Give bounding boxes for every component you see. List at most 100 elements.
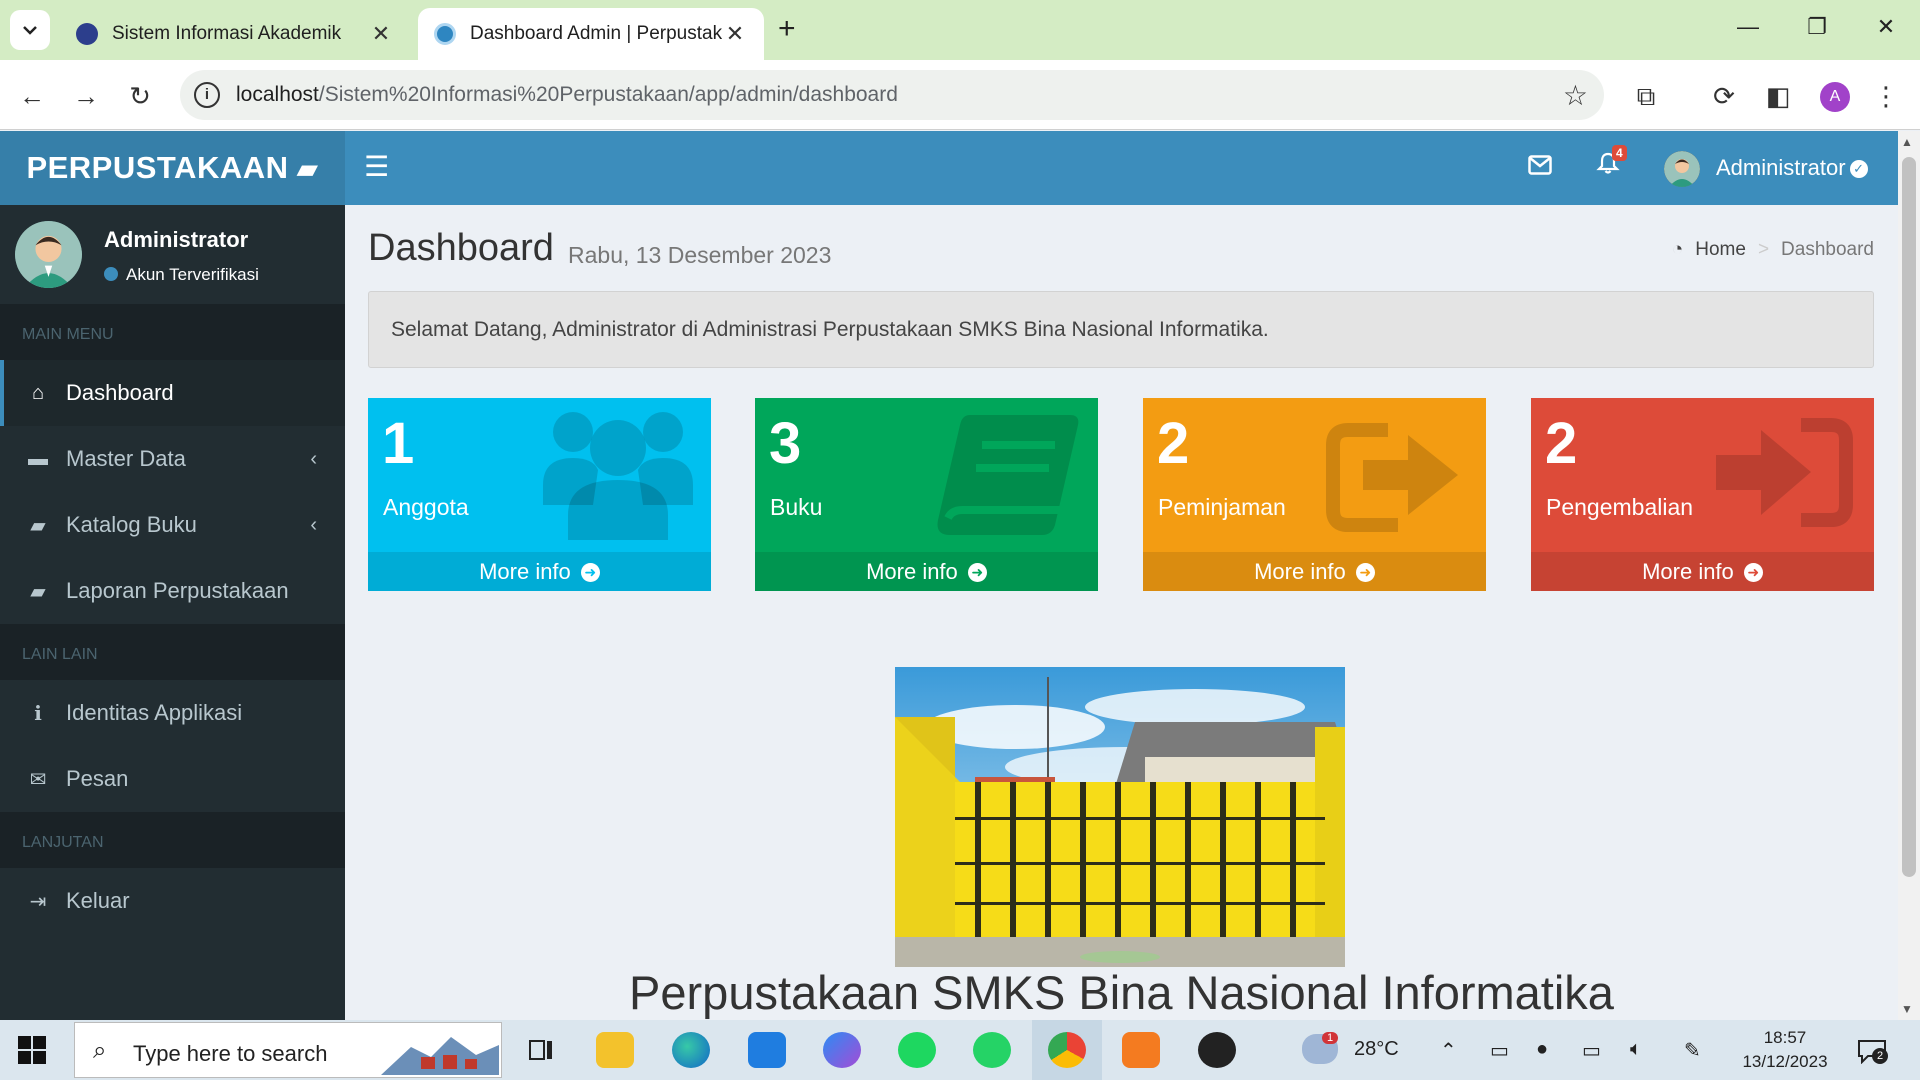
notification-center-icon[interactable]: 2 bbox=[1856, 1038, 1888, 1065]
search-highlight-illustration-icon bbox=[381, 1037, 499, 1075]
xampp-icon[interactable] bbox=[1122, 1032, 1160, 1068]
side-panel-icon[interactable]: ◧ bbox=[1760, 78, 1796, 114]
mail-app-icon[interactable] bbox=[748, 1032, 786, 1068]
chevron-up-icon[interactable]: ⌃ bbox=[1440, 1038, 1457, 1063]
menu-kebab-icon[interactable]: ⋮ bbox=[1868, 78, 1904, 114]
more-info-link[interactable]: More info ➜ bbox=[755, 552, 1098, 591]
main-content: Dashboard Rabu, 13 Desember 2023 ◔ Home … bbox=[345, 205, 1898, 1020]
edge-browser-icon[interactable] bbox=[672, 1032, 710, 1068]
battery-icon[interactable]: ▭ bbox=[1582, 1038, 1601, 1063]
user-status: Akun Terverifikasi bbox=[104, 265, 259, 285]
chrome-browser-icon[interactable] bbox=[1048, 1032, 1086, 1068]
url-text: localhost/Sistem%20Informasi%20Perpustak… bbox=[236, 83, 898, 107]
stat-box-peminjaman: 2 Peminjaman More info ➜ bbox=[1143, 398, 1486, 591]
forward-button[interactable]: → bbox=[68, 78, 104, 114]
extensions-icon[interactable]: ⧉ bbox=[1628, 78, 1664, 114]
performance-icon[interactable]: ⟳ bbox=[1706, 78, 1742, 114]
close-tab-icon[interactable]: ✕ bbox=[722, 21, 748, 47]
breadcrumb: ◔ Home > Dashboard bbox=[1672, 239, 1874, 261]
browser-tabstrip: Sistem Informasi Akademik ✕ Dashboard Ad… bbox=[0, 0, 1920, 60]
arrow-circle-right-icon: ➜ bbox=[967, 563, 987, 582]
tab-title: Dashboard Admin | Perpustaka bbox=[470, 23, 722, 44]
more-info-link[interactable]: More info ➜ bbox=[1531, 552, 1874, 591]
scroll-up-icon[interactable]: ▲ bbox=[1901, 135, 1913, 149]
brand-logo[interactable]: PERPUSTAKAAN ▰ bbox=[0, 131, 345, 205]
scrollbar-thumb[interactable] bbox=[1902, 157, 1916, 877]
profile-avatar[interactable]: A bbox=[1820, 82, 1850, 112]
book-icon: ▰ bbox=[30, 514, 46, 537]
obs-recorder-icon[interactable] bbox=[1198, 1032, 1236, 1068]
clock[interactable]: 18:57 13/12/2023 bbox=[1740, 1026, 1830, 1074]
screen: { "browser": { "tabs": [ {"title": "Sist… bbox=[0, 0, 1920, 1080]
windows-start-icon[interactable] bbox=[18, 1036, 46, 1064]
search-placeholder: Type here to search bbox=[133, 1041, 328, 1066]
microphone-icon[interactable]: ● bbox=[1536, 1038, 1548, 1061]
reload-button[interactable]: ↻ bbox=[122, 78, 158, 114]
sidebar-item-laporan-perpustakaan[interactable]: ▰ Laporan Perpustakaan bbox=[0, 558, 345, 624]
sidebar-item-katalog-buku[interactable]: ▰ Katalog Buku ‹ bbox=[0, 492, 345, 558]
avatar bbox=[15, 221, 82, 288]
verified-icon bbox=[104, 267, 118, 281]
envelope-icon[interactable] bbox=[1528, 151, 1552, 182]
url-path: /Sistem%20Informasi%20Perpustakaan/app/a… bbox=[318, 83, 898, 106]
stat-label: Pengembalian bbox=[1546, 494, 1694, 520]
sidebar-item-identitas-applikasi[interactable]: i Identitas Applikasi bbox=[0, 680, 345, 746]
meet-now-icon[interactable]: ▭ bbox=[1490, 1038, 1509, 1063]
sidebar-item-label: Katalog Buku bbox=[66, 512, 197, 537]
sidebar-item-keluar[interactable]: ⇥ Keluar bbox=[0, 868, 345, 934]
tab-dashboard-admin[interactable]: Dashboard Admin | Perpustaka ✕ bbox=[418, 8, 764, 60]
arrow-circle-right-icon: ➜ bbox=[580, 563, 600, 582]
user-menu[interactable]: Administrator ✓ bbox=[1716, 155, 1868, 181]
tab-search-button[interactable] bbox=[10, 10, 50, 50]
tab-sistem-informasi-akademik[interactable]: Sistem Informasi Akademik ✕ bbox=[60, 8, 410, 60]
file-explorer-icon[interactable] bbox=[596, 1032, 634, 1068]
stat-label: Buku bbox=[770, 494, 823, 520]
sidebar-item-label: Laporan Perpustakaan bbox=[66, 578, 289, 603]
whatsapp-icon[interactable] bbox=[973, 1032, 1011, 1068]
school-favicon-icon bbox=[76, 23, 98, 45]
new-tab-button[interactable]: + bbox=[778, 14, 796, 44]
sidebar-header-main-menu: MAIN MENU bbox=[0, 304, 345, 360]
site-info-icon[interactable]: i bbox=[194, 82, 220, 108]
page-scrollbar[interactable]: ▲ ▼ bbox=[1898, 131, 1920, 1020]
sidebar-toggle-icon[interactable]: ☰ bbox=[364, 153, 389, 181]
clock-date: 13/12/2023 bbox=[1742, 1052, 1828, 1071]
page-subtitle-date: Rabu, 13 Desember 2023 bbox=[568, 242, 832, 268]
user-name: Administrator bbox=[1716, 155, 1846, 180]
more-info-link[interactable]: More info ➜ bbox=[1143, 552, 1486, 591]
address-bar[interactable]: i localhost/Sistem%20Informasi%20Perpust… bbox=[180, 70, 1604, 120]
scroll-down-icon[interactable]: ▼ bbox=[1901, 1002, 1913, 1016]
breadcrumb-separator: > bbox=[1757, 239, 1770, 260]
stat-box-pengembalian: 2 Pengembalian More info ➜ bbox=[1531, 398, 1874, 591]
back-button[interactable]: ← bbox=[14, 78, 50, 114]
more-info-link[interactable]: More info ➜ bbox=[368, 552, 711, 591]
folder-icon: ▬ bbox=[28, 447, 48, 470]
sidebar-user-name: Administrator bbox=[104, 227, 249, 252]
close-tab-icon[interactable]: ✕ bbox=[368, 21, 394, 47]
bookmark-star-icon[interactable]: ☆ bbox=[1563, 79, 1588, 112]
arrow-circle-right-icon: ➜ bbox=[1743, 563, 1763, 582]
spotify-icon[interactable] bbox=[898, 1032, 936, 1068]
chevron-left-icon: ‹ bbox=[310, 514, 317, 536]
pen-icon[interactable]: ✎ bbox=[1684, 1038, 1701, 1063]
book-icon bbox=[937, 415, 1079, 535]
copilot-icon[interactable] bbox=[823, 1032, 861, 1068]
tab-title: Sistem Informasi Akademik bbox=[112, 23, 342, 44]
sidebar-item-dashboard[interactable]: ⌂ Dashboard bbox=[0, 360, 345, 426]
taskbar-search-box[interactable]: ⌕ Type here to search bbox=[74, 1022, 502, 1078]
sidebar-item-master-data[interactable]: ▬ Master Data ‹ bbox=[0, 426, 345, 492]
breadcrumb-home-link[interactable]: Home bbox=[1695, 239, 1746, 261]
task-view-icon[interactable] bbox=[522, 1032, 560, 1068]
volume-muted-icon[interactable]: 🔈︎ bbox=[1630, 1038, 1642, 1061]
stat-box-buku: 3 Buku More info ➜ bbox=[755, 398, 1098, 591]
more-info-label: More info bbox=[479, 559, 571, 584]
breadcrumb-current: Dashboard bbox=[1781, 239, 1874, 260]
notification-count: 2 bbox=[1872, 1048, 1888, 1064]
check-circle-icon: ✓ bbox=[1849, 160, 1868, 178]
restore-button[interactable]: ❐ bbox=[1797, 14, 1837, 40]
url-host: localhost bbox=[236, 83, 319, 106]
sidebar-item-pesan[interactable]: ✉ Pesan bbox=[0, 746, 345, 812]
user-avatar[interactable] bbox=[1664, 151, 1700, 187]
minimize-button[interactable]: — bbox=[1728, 14, 1768, 40]
close-window-button[interactable]: ✕ bbox=[1866, 14, 1906, 40]
